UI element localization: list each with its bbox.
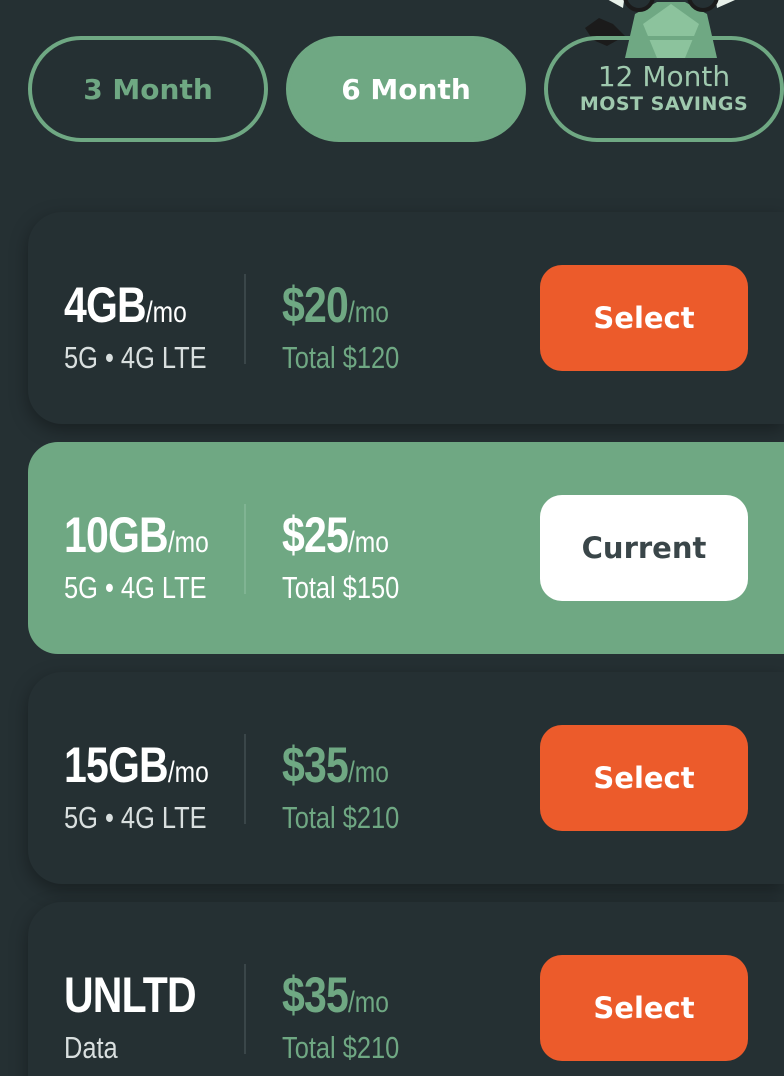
card-divider — [244, 274, 246, 364]
plan-total: Total $210 — [282, 800, 400, 835]
plan-network: 5G • 4G LTE — [64, 800, 207, 835]
tab-6-month[interactable]: 6 Month — [286, 36, 526, 142]
plan-data-amount: 15GB/mo — [64, 737, 209, 793]
tab-12-month-label: 12 Month — [597, 60, 731, 93]
plan-card-unlimited: UNLTD Data $35/mo Total $210 Select — [28, 902, 784, 1076]
card-divider — [244, 734, 246, 824]
tab-3-month[interactable]: 3 Month — [28, 36, 268, 142]
plan-network: Data — [64, 1030, 118, 1065]
plan-card-10gb: 10GB/mo 5G • 4G LTE $25/mo Total $150 Cu… — [28, 442, 784, 654]
plan-price: $25/mo — [282, 507, 389, 563]
plan-card-4gb: 4GB/mo 5G • 4G LTE $20/mo Total $120 Sel… — [28, 212, 784, 424]
plan-price: $35/mo — [282, 737, 389, 793]
plan-total: Total $120 — [282, 340, 400, 375]
plan-total: Total $150 — [282, 570, 400, 605]
plan-data-amount: 4GB/mo — [64, 277, 187, 333]
plan-network: 5G • 4G LTE — [64, 570, 207, 605]
tab-12-month[interactable]: 12 Month MOST SAVINGS — [544, 36, 784, 142]
card-divider — [244, 964, 246, 1054]
plan-price: $35/mo — [282, 967, 389, 1023]
most-savings-badge: MOST SAVINGS — [579, 93, 749, 115]
plan-data-amount: 10GB/mo — [64, 507, 209, 563]
tab-3-month-label: 3 Month — [83, 72, 213, 106]
select-button[interactable]: Select — [540, 955, 748, 1061]
select-button[interactable]: Select — [540, 725, 748, 831]
term-tabs: 3 Month 6 Month 12 Month MOST SAVINGS — [28, 36, 784, 142]
plan-price: $20/mo — [282, 277, 389, 333]
plan-card-15gb: 15GB/mo 5G • 4G LTE $35/mo Total $210 Se… — [28, 672, 784, 884]
plan-network: 5G • 4G LTE — [64, 340, 207, 375]
card-divider — [244, 504, 246, 594]
plan-total: Total $210 — [282, 1030, 400, 1065]
plan-data-amount: UNLTD — [64, 967, 197, 1023]
select-button[interactable]: Select — [540, 265, 748, 371]
tab-6-month-label: 6 Month — [341, 72, 471, 106]
current-plan-button[interactable]: Current — [540, 495, 748, 601]
plan-selection-screen: 3 Month 6 Month 12 Month MOST SAVINGS 4G… — [0, 0, 784, 1076]
